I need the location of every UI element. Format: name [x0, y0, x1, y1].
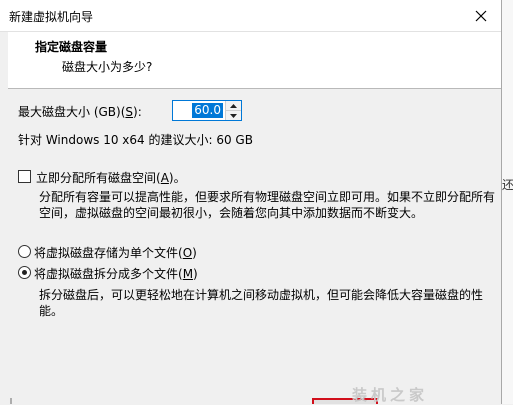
split-description-line2: 能。: [39, 304, 64, 318]
header-title: 指定磁盘容量: [35, 40, 108, 54]
disk-size-label: 最大磁盘大小 (GB)(S):: [18, 103, 142, 120]
disk-size-label-accesskey: S: [125, 105, 134, 119]
arrow-up-icon: [230, 103, 237, 108]
multiple-files-label[interactable]: 将虚拟磁盘拆分成多个文件(M): [34, 265, 198, 282]
spin-down-button[interactable]: [226, 111, 241, 120]
arrow-down-icon: [230, 113, 237, 118]
allocate-description-line1: 分配所有容量可以提高性能，但要求所有物理磁盘空间立即可用。如果不立即分配所有: [39, 190, 496, 204]
allocate-label-text: 立即分配所有磁盘空间(: [36, 171, 161, 185]
recommended-size-text: 针对 Windows 10 x64 的建议大小: 60 GB: [18, 133, 253, 147]
spinner-buttons: [225, 101, 241, 120]
multiple-files-label-text: 将虚拟磁盘拆分成多个文件(: [34, 267, 183, 281]
split-description-line1: 拆分磁盘后，可以更轻松地在计算机之间移动虚拟机，但可能会降低大容量磁盘的性: [39, 288, 484, 302]
help-button-edge[interactable]: [10, 398, 12, 404]
spin-up-button[interactable]: [226, 101, 241, 111]
allocate-all-checkbox[interactable]: [18, 170, 31, 183]
single-file-radio[interactable]: [18, 245, 31, 258]
title-bar: 新建虚拟机向导: [0, 0, 501, 32]
disk-size-input[interactable]: 60.0: [192, 103, 223, 118]
disk-size-spinner[interactable]: 60.0: [172, 100, 242, 121]
allocate-description-line2: 空间，虚拟磁盘的空间最初很小，会随着您向其中添加数据而不断变大。: [39, 206, 424, 220]
watermark-text: 装机之家: [352, 386, 429, 404]
allocate-label-suffix: )。: [168, 171, 186, 185]
allocate-all-label[interactable]: 立即分配所有磁盘空间(A)。: [36, 169, 186, 186]
close-icon: [475, 10, 487, 21]
disk-size-label-suffix: ):: [133, 105, 142, 119]
window-title: 新建虚拟机向导: [9, 10, 94, 24]
close-button[interactable]: [461, 0, 501, 31]
background-edge-text: 还: [502, 178, 513, 192]
single-file-label-text: 将虚拟磁盘存储为单个文件(: [34, 246, 183, 260]
disk-size-label-text: 最大磁盘大小 (GB)(: [18, 105, 126, 119]
multiple-files-radio[interactable]: [18, 266, 31, 279]
split-description: 拆分磁盘后，可以更轻松地在计算机之间移动虚拟机，但可能会降低大容量磁盘的性 能。: [39, 287, 483, 319]
allocate-label-accesskey: A: [160, 171, 169, 185]
allocate-description: 分配所有容量可以提高性能，但要求所有物理磁盘空间立即可用。如果不立即分配所有 空…: [39, 189, 495, 221]
multiple-files-label-suffix: ): [193, 267, 198, 281]
single-file-label[interactable]: 将虚拟磁盘存储为单个文件(O): [34, 244, 197, 261]
multiple-files-label-accesskey: M: [182, 267, 194, 281]
new-vm-wizard-dialog: 新建虚拟机向导 指定磁盘容量 磁盘大小为多少? 最大磁盘大小 (GB)(S): …: [0, 0, 502, 404]
header-subtitle: 磁盘大小为多少?: [62, 60, 153, 74]
wizard-header: 指定磁盘容量 磁盘大小为多少?: [8, 32, 501, 89]
single-file-label-accesskey: O: [182, 246, 193, 260]
single-file-label-suffix: ): [192, 246, 197, 260]
background-window-edge: [502, 0, 513, 404]
